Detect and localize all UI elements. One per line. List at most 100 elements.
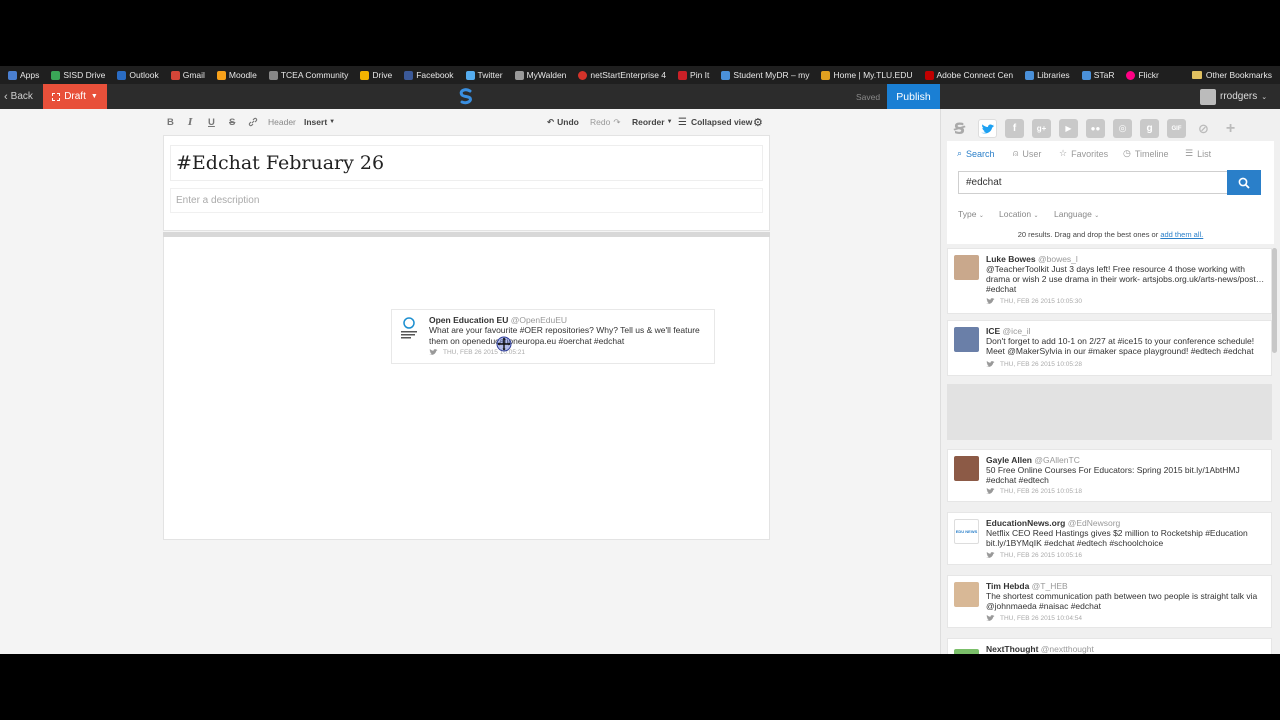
drive-icon xyxy=(51,70,61,80)
avatar xyxy=(954,582,979,607)
user-icon: ⍝ xyxy=(1013,148,1019,158)
bold-button[interactable]: B xyxy=(167,113,174,131)
bookmark-other[interactable]: Other Bookmarks xyxy=(1185,66,1272,84)
move-cursor-icon xyxy=(496,336,512,352)
dropped-tweet-card[interactable]: Open Education EU @OpenEduEU What are yo… xyxy=(391,309,715,364)
results-scrollbar[interactable] xyxy=(1272,248,1277,353)
bookmark-libraries[interactable]: Libraries xyxy=(1025,70,1070,80)
undo-button[interactable]: ↶ Undo xyxy=(547,113,579,131)
bookmark-adobe-connect[interactable]: Adobe Connect Cen xyxy=(924,70,1013,80)
search-result-item[interactable]: ICE @ice_il Don't forget to add 10-1 on … xyxy=(947,320,1272,376)
user-menu[interactable]: rrodgers ⌄ xyxy=(1200,84,1267,109)
italic-button[interactable]: I xyxy=(188,113,192,131)
gif-source-icon[interactable]: GIF xyxy=(1167,119,1186,138)
filter-type[interactable]: Type ⌄ xyxy=(958,209,984,219)
collapsed-view-button[interactable]: ☰ Collapsed view xyxy=(678,113,752,131)
filter-language[interactable]: Language ⌄ xyxy=(1054,209,1099,219)
flickr-source-icon[interactable]: ●● xyxy=(1086,119,1105,138)
bookmark-sisd-drive[interactable]: SISD Drive xyxy=(51,70,105,80)
page-icon xyxy=(514,70,524,80)
tab-user[interactable]: ⍝ User xyxy=(1013,148,1041,159)
tab-favorites[interactable]: ☆ Favorites xyxy=(1059,148,1108,159)
bookmarks-bar: Apps SISD Drive Outlook Gmail Moodle TCE… xyxy=(0,66,1280,84)
instagram-source-icon[interactable]: ◎ xyxy=(1113,119,1132,138)
netstart-icon xyxy=(578,70,588,80)
story-canvas[interactable] xyxy=(163,237,770,540)
story-description-input[interactable]: Enter a description xyxy=(170,188,763,213)
search-button[interactable] xyxy=(1227,170,1261,195)
bookmark-my-tlu[interactable]: Home | My.TLU.EDU xyxy=(821,70,913,80)
add-all-link[interactable]: add them all. xyxy=(1160,230,1203,239)
youtube-source-icon[interactable]: ▶ xyxy=(1059,119,1078,138)
results-count: 20 results. Drag and drop the best ones … xyxy=(1017,230,1204,239)
story-title-input[interactable]: #Edchat February 26 xyxy=(170,145,763,181)
result-timestamp: THU, FEB 26 2015 10:05:30 xyxy=(986,297,1082,305)
publish-button[interactable]: Publish xyxy=(887,84,940,109)
bookmark-drive[interactable]: Drive xyxy=(360,70,392,80)
tweet-author: Open Education EU @OpenEduEU xyxy=(429,315,568,325)
search-result-item[interactable]: Tim Hebda @T_HEB The shortest communicat… xyxy=(947,575,1272,628)
draft-dropdown[interactable]: Draft ▼ xyxy=(43,84,107,109)
strikethrough-button[interactable]: S xyxy=(229,113,235,131)
bookmark-star[interactable]: STaR xyxy=(1081,70,1114,80)
bookmark-flickr[interactable]: Flickr xyxy=(1126,70,1159,80)
search-input[interactable]: #edchat xyxy=(958,171,1228,194)
search-result-item[interactable]: Gayle Allen @GAllenTC 50 Free Online Cou… xyxy=(947,449,1272,502)
apps-icon xyxy=(8,70,17,80)
drag-placeholder xyxy=(947,384,1272,440)
header-button[interactable]: Header xyxy=(268,113,296,131)
tweet-text: What are your favourite #OER repositorie… xyxy=(429,325,700,346)
pin-icon xyxy=(678,70,688,80)
underline-button[interactable]: U xyxy=(208,113,215,131)
open-education-logo-icon xyxy=(401,317,417,339)
tab-timeline[interactable]: ◷ Timeline xyxy=(1123,148,1169,159)
bookmark-twitter[interactable]: Twitter xyxy=(465,70,503,80)
bookmark-moodle[interactable]: Moodle xyxy=(216,70,257,80)
search-result-item[interactable]: Luke Bowes @bowes_l @TeacherToolkit Just… xyxy=(947,248,1272,314)
filter-location[interactable]: Location ⌄ xyxy=(999,209,1039,219)
result-text: Don't forget to add 10-1 on 2/27 at #ice… xyxy=(986,336,1255,357)
twitter-icon xyxy=(986,298,995,304)
list-icon: ☰ xyxy=(678,116,687,128)
search-icon xyxy=(1238,177,1250,189)
twitter-icon xyxy=(980,123,994,133)
bookmark-mywalden[interactable]: MyWalden xyxy=(514,70,566,80)
search-icon: ⌕ xyxy=(957,148,963,158)
redo-icon: ↷ xyxy=(613,116,621,127)
bookmark-apps[interactable]: Apps xyxy=(8,70,39,80)
tab-search[interactable]: ⌕ Search xyxy=(957,148,995,159)
chevron-down-icon: ⌄ xyxy=(978,213,984,219)
storify-logo-icon[interactable] xyxy=(456,88,476,105)
result-text: The shortest communication path between … xyxy=(986,591,1258,612)
back-button[interactable]: ‹ Back xyxy=(4,84,33,109)
settings-button[interactable]: ⚙ xyxy=(753,113,763,131)
bookmark-pin-it[interactable]: Pin It xyxy=(678,70,709,80)
tab-list[interactable]: ☰ List xyxy=(1185,148,1211,159)
google-plus-source-icon[interactable]: g+ xyxy=(1032,119,1051,138)
bookmark-outlook[interactable]: Outlook xyxy=(117,70,159,80)
chevron-down-icon: ⌄ xyxy=(1261,93,1268,101)
link-source-icon[interactable]: ⊘ xyxy=(1194,119,1213,138)
bookmark-student-mydr[interactable]: Student MyDR – my xyxy=(721,70,809,80)
reorder-dropdown[interactable]: Reorder ▼ xyxy=(632,113,673,131)
storify-source-icon[interactable]: Ꞩ xyxy=(950,119,969,138)
bookmark-facebook[interactable]: Facebook xyxy=(404,70,454,80)
google-source-icon[interactable]: g xyxy=(1140,119,1159,138)
bookmark-tcea[interactable]: TCEA Community xyxy=(268,70,348,80)
bookmark-netstart[interactable]: netStartEnterprise 4 xyxy=(578,70,666,80)
bookmark-gmail[interactable]: Gmail xyxy=(170,70,205,80)
twitter-icon xyxy=(986,615,995,621)
insert-dropdown[interactable]: Insert ▼ xyxy=(304,113,335,131)
clock-icon: ◷ xyxy=(1123,148,1131,158)
gear-icon: ⚙ xyxy=(753,116,763,129)
twitter-icon xyxy=(986,488,995,494)
add-source-icon[interactable]: + xyxy=(1221,119,1240,138)
link-button[interactable] xyxy=(248,113,258,131)
chevron-down-icon: ⌄ xyxy=(1033,213,1039,219)
redo-button[interactable]: Redo ↷ xyxy=(590,113,620,131)
search-result-item[interactable]: NextThought @nextthought xyxy=(947,638,1272,654)
result-author: EducationNews.org @EdNewsorg xyxy=(986,518,1121,528)
search-result-item[interactable]: EDU NEWS EducationNews.org @EdNewsorg Ne… xyxy=(947,512,1272,565)
twitter-source-icon[interactable] xyxy=(978,119,997,138)
facebook-source-icon[interactable]: f xyxy=(1005,119,1024,138)
